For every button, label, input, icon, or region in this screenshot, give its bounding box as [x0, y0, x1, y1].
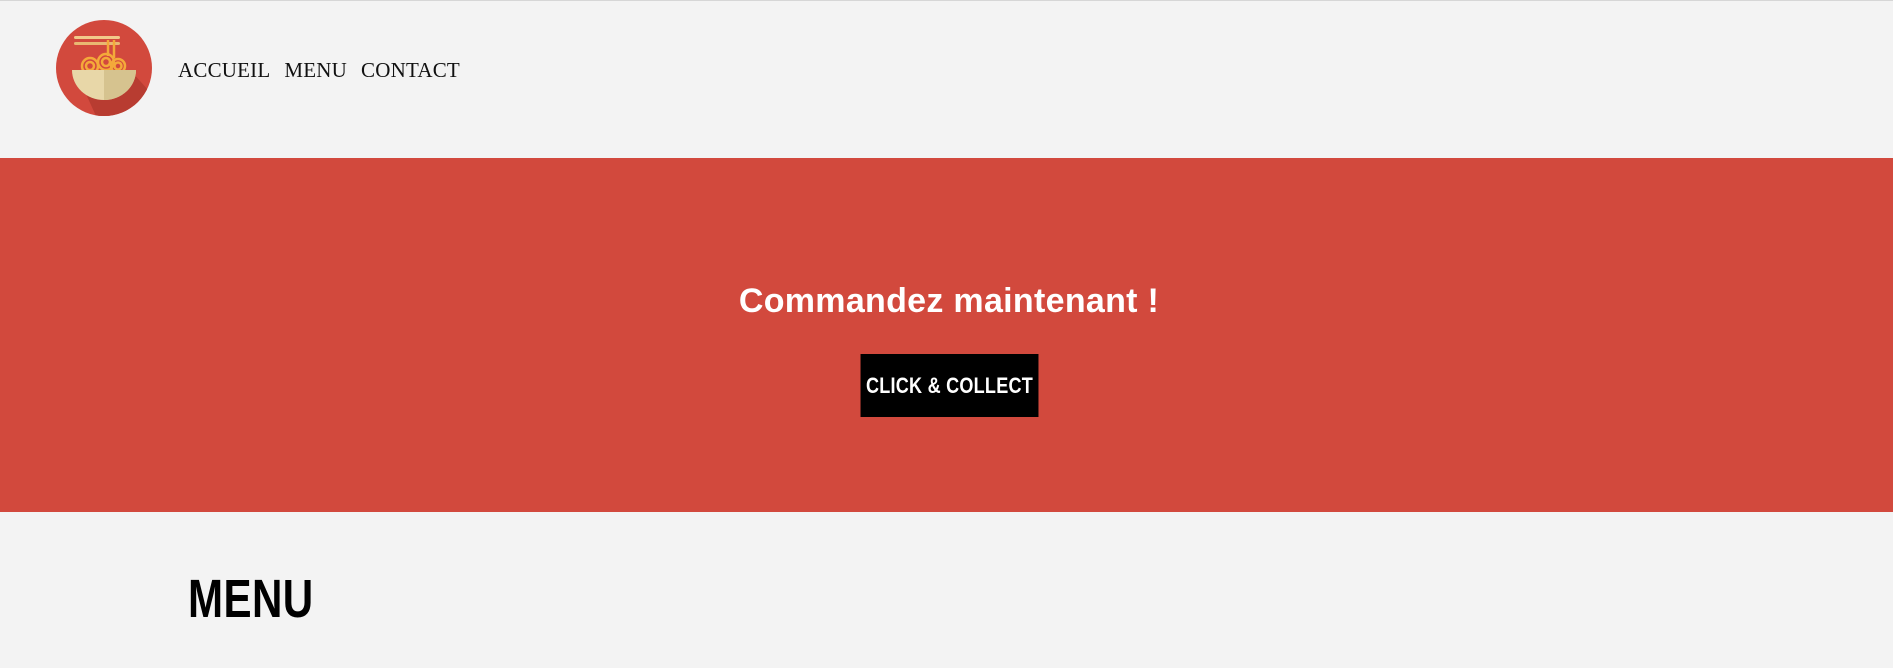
logo[interactable] [56, 20, 152, 116]
main-nav: ACCUEIL MENU CONTACT [178, 58, 460, 83]
nav-item-menu[interactable]: MENU [284, 58, 347, 83]
menu-section: MENU [0, 512, 1893, 668]
menu-heading: MENU [188, 569, 314, 629]
site-header: ACCUEIL MENU CONTACT [0, 1, 1893, 158]
nav-item-contact[interactable]: CONTACT [361, 58, 460, 83]
noodle-bowl-icon [56, 20, 152, 116]
hero-title: Commandez maintenant ! [738, 282, 1160, 320]
click-and-collect-label: CLICK & COLLECT [865, 372, 1034, 398]
hero-banner: Commandez maintenant ! CLICK & COLLECT [0, 158, 1893, 512]
nav-item-accueil[interactable]: ACCUEIL [178, 58, 270, 83]
click-and-collect-button[interactable]: CLICK & COLLECT [860, 354, 1039, 417]
